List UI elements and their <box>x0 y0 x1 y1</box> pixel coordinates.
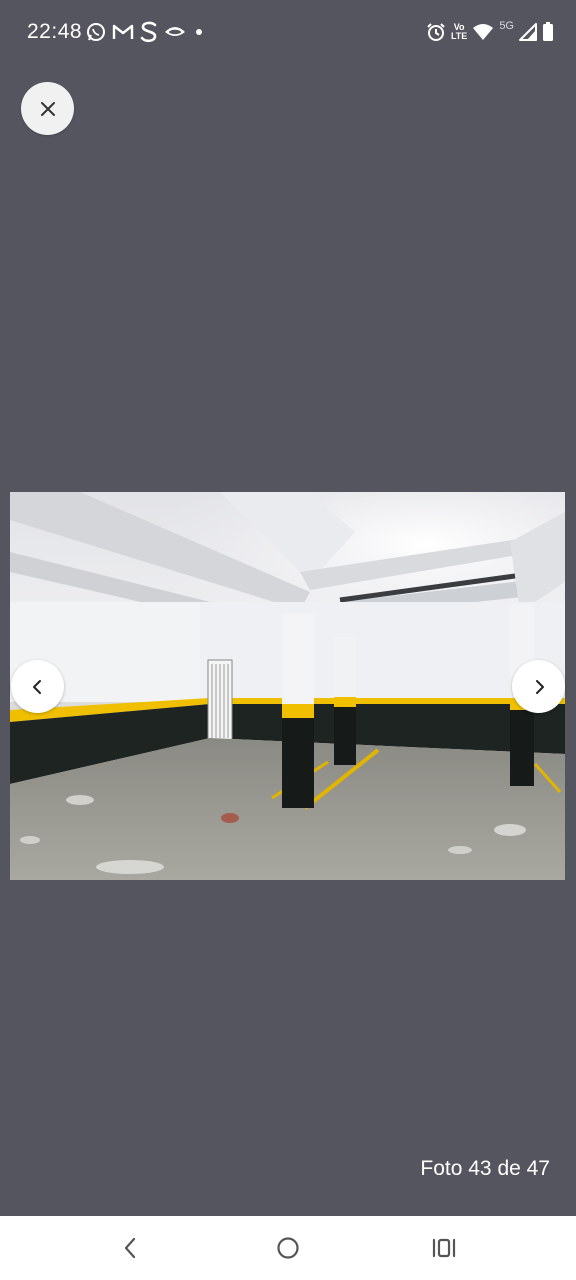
gmail-icon <box>112 23 134 41</box>
battery-icon <box>542 22 554 42</box>
recents-button[interactable] <box>424 1230 464 1266</box>
chevron-right-icon <box>535 679 544 694</box>
garage-photo-image <box>10 492 565 880</box>
home-icon <box>277 1237 299 1259</box>
next-photo-button[interactable] <box>512 660 565 713</box>
status-bar: 22:48 Vo LTE 5G <box>0 0 576 64</box>
back-icon <box>124 1237 136 1259</box>
chevron-left-icon <box>32 679 41 694</box>
status-right-icons: Vo LTE 5G <box>426 18 554 46</box>
gallery-photo[interactable] <box>10 492 565 880</box>
close-button[interactable] <box>21 82 74 135</box>
previous-photo-button[interactable] <box>11 660 64 713</box>
volte-bottom-label: LTE <box>450 31 468 41</box>
status-time: 22:48 <box>27 20 83 43</box>
recents-icon <box>432 1238 456 1258</box>
signal-icon <box>519 23 537 41</box>
status-left-icons <box>86 18 206 46</box>
whatsapp-icon <box>86 22 106 42</box>
notification-dot-icon <box>192 25 206 39</box>
volte-icon: Vo LTE <box>451 23 467 41</box>
system-navigation-bar <box>0 1216 576 1280</box>
close-icon <box>40 101 55 116</box>
photo-counter: Foto 43 de 47 <box>420 1157 550 1180</box>
s-app-icon <box>140 21 158 43</box>
5g-icon: 5G <box>499 20 514 32</box>
alarm-icon <box>426 22 446 42</box>
home-button[interactable] <box>268 1230 308 1266</box>
back-button[interactable] <box>110 1230 150 1266</box>
network-label: 5G <box>499 20 514 32</box>
eye-app-icon <box>164 24 186 40</box>
wifi-icon <box>472 23 494 41</box>
